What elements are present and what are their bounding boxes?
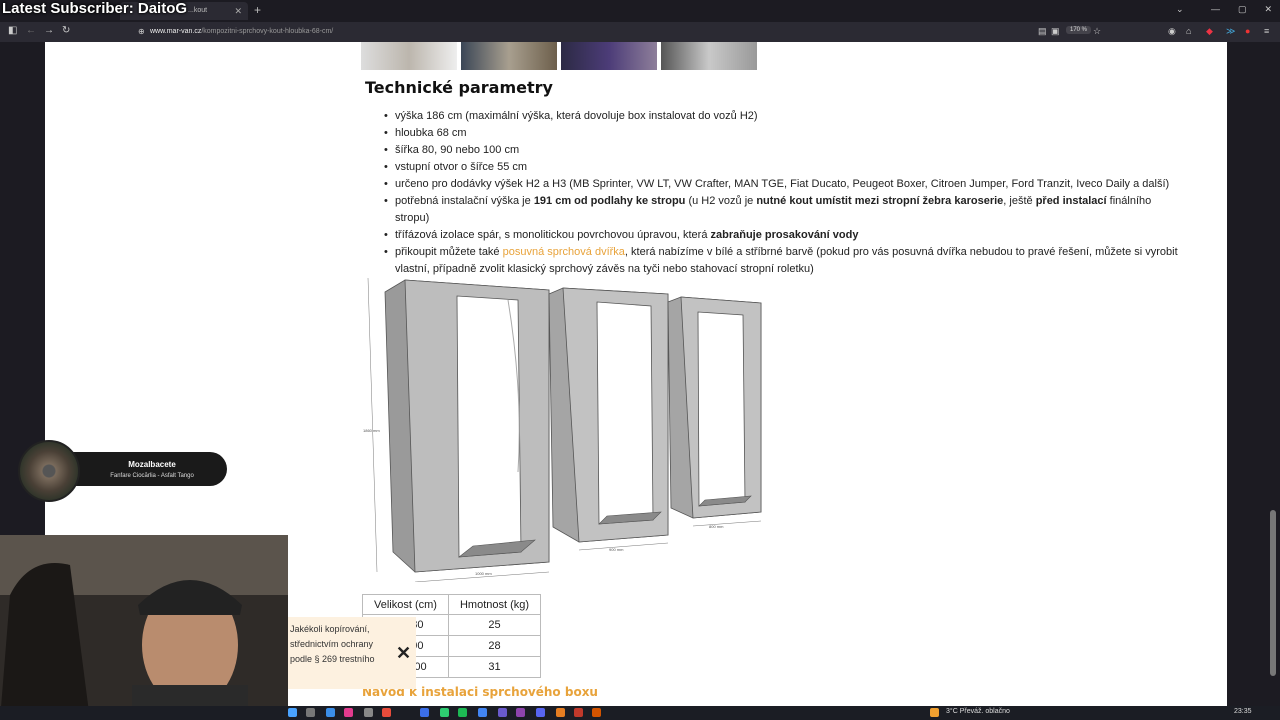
- taskbar-app-icon[interactable]: [592, 708, 601, 717]
- parameter-item: šířka 80, 90 nebo 100 cm: [384, 142, 1185, 159]
- taskbar-app-icon[interactable]: [536, 708, 545, 717]
- extensions-icon[interactable]: ⌂: [1186, 26, 1191, 36]
- section-title: Technické parametry: [365, 78, 553, 97]
- taskbar-app-icon[interactable]: [364, 708, 373, 717]
- gallery-thumbnails: [361, 42, 757, 70]
- gallery-thumbnail[interactable]: [461, 42, 557, 70]
- now-playing-artist: Fanfare Ciocărlia - Asfalt Tango: [110, 473, 194, 479]
- width-800-label: 800 mm: [709, 524, 724, 529]
- weather-icon: [930, 708, 939, 717]
- parameter-item: vstupní otvor o šířce 55 cm: [384, 159, 1185, 176]
- gallery-thumbnail[interactable]: [361, 42, 457, 70]
- param-text: výška 186 cm (maximální výška, která dov…: [395, 110, 758, 122]
- url-path: /kompozitni-sprchovy-kout-hloubka-68-cm/: [201, 28, 334, 35]
- parameter-item: hloubka 68 cm: [384, 125, 1185, 142]
- stream-overlay-title: Latest Subscriber: DaitoG: [2, 0, 188, 17]
- taskbar-app-icon[interactable]: [288, 708, 297, 717]
- bookmark-star-icon[interactable]: ☆: [1093, 26, 1101, 37]
- taskbar-app-icon[interactable]: [516, 708, 525, 717]
- maximize-icon[interactable]: ▢: [1238, 4, 1247, 15]
- minimize-icon[interactable]: —: [1211, 4, 1220, 15]
- table-header: Velikost (cm): [362, 594, 449, 615]
- weather-status[interactable]: 3°C Převáž. oblačno: [946, 708, 1010, 715]
- bold-text: nutné kout umístit mezi stropní žebra ka…: [756, 195, 1004, 207]
- reload-icon[interactable]: ↻: [62, 25, 70, 36]
- param-text: vstupní otvor o šířce 55 cm: [395, 161, 528, 173]
- parameter-item: výška 186 cm (maximální výška, která dov…: [384, 108, 1185, 125]
- param-text: přikoupit můžete také: [395, 246, 503, 258]
- notice-line: Jakékoli kopírování,: [290, 624, 370, 634]
- gallery-thumbnail[interactable]: [661, 42, 757, 70]
- taskbar-app-icon[interactable]: [420, 708, 429, 717]
- param-text: hloubka 68 cm: [395, 127, 467, 139]
- param-text: (u H2 vozů je: [685, 195, 757, 207]
- menu-icon[interactable]: ≡: [1264, 26, 1269, 36]
- tab-title: ...kout: [188, 7, 208, 14]
- param-text: šířka 80, 90 nebo 100 cm: [395, 144, 520, 156]
- param-text: třífázová izolace spár, s monolitickou p…: [395, 229, 711, 241]
- sidebar-icon[interactable]: ◧: [8, 25, 17, 36]
- taskbar-app-icon[interactable]: [458, 708, 467, 717]
- extension-record-icon[interactable]: ●: [1245, 26, 1250, 36]
- now-playing-widget: Mozalbacete Fanfare Ciocărlia - Asfalt T…: [16, 440, 228, 502]
- parameters-list: výška 186 cm (maximální výška, která dov…: [384, 108, 1185, 278]
- taskbar-app-icon[interactable]: [574, 708, 583, 717]
- param-text: potřebná instalační výška je: [395, 195, 534, 207]
- shower-box-diagram: 1860 mm 1000 mm 900 mm 800 mm: [363, 277, 762, 582]
- url-domain: www.mar-van.cz: [150, 28, 202, 35]
- notice-close-icon[interactable]: ✕: [396, 643, 411, 664]
- table-cell: 25: [447, 614, 542, 636]
- album-art-disc: [18, 440, 80, 502]
- tab-bar: ...kout ✕ + ⌄ — ▢ ✕: [0, 0, 1280, 22]
- parameter-item: určeno pro dodávky výšek H2 a H3 (MB Spr…: [384, 176, 1185, 193]
- page-scrollbar[interactable]: [1270, 510, 1276, 676]
- security-icon: ⊕: [138, 27, 145, 36]
- table-cell: 31: [447, 656, 542, 678]
- sliding-door-link[interactable]: posuvná sprchová dvířka: [503, 246, 625, 258]
- taskbar-app-icon[interactable]: [440, 708, 449, 717]
- param-text: , ještě: [1003, 195, 1036, 207]
- page-info-icon[interactable]: ▣: [1051, 26, 1060, 37]
- new-tab-icon[interactable]: +: [254, 3, 261, 17]
- parameter-item: potřebná instalační výška je 191 cm od p…: [384, 193, 1185, 227]
- taskbar-clock[interactable]: 23:35: [1234, 708, 1252, 715]
- taskbar-app-icon[interactable]: [382, 708, 391, 717]
- navigation-bar: ◧ ← → ↻ ⊕ www.mar-van.cz/kompozitni-sprc…: [0, 22, 1280, 42]
- param-text: určeno pro dodávky výšek H2 a H3 (MB Spr…: [395, 178, 1170, 190]
- gallery-thumbnail[interactable]: [561, 42, 657, 70]
- width-900-label: 900 mm: [609, 547, 624, 552]
- taskbar-app-icon[interactable]: [344, 708, 353, 717]
- bold-text: před instalací: [1035, 195, 1107, 207]
- taskbar-app-icon[interactable]: [498, 708, 507, 717]
- webcam-feed: [0, 535, 288, 720]
- extension-blue-icon[interactable]: ≫: [1226, 26, 1235, 37]
- bold-text: 191 cm od podlahy ke stropu: [533, 195, 686, 207]
- account-icon[interactable]: ◉: [1168, 26, 1176, 37]
- taskbar-app-icon[interactable]: [556, 708, 565, 717]
- width-1000-label: 1000 mm: [475, 571, 492, 576]
- back-icon[interactable]: ←: [26, 25, 36, 36]
- table-header: Hmotnost (kg): [447, 594, 542, 615]
- now-playing-title: Mozalbacete: [128, 460, 176, 469]
- tab-close-icon[interactable]: ✕: [234, 2, 242, 20]
- taskbar-app-icon[interactable]: [478, 708, 487, 717]
- reader-view-icon[interactable]: ▤: [1038, 26, 1047, 37]
- forward-icon[interactable]: →: [44, 25, 54, 36]
- url-bar[interactable]: ⊕ www.mar-van.cz/kompozitni-sprchovy-kou…: [134, 25, 1106, 39]
- parameter-item: třífázová izolace spár, s monolitickou p…: [384, 227, 1185, 244]
- zoom-indicator[interactable]: 170 %: [1066, 26, 1092, 34]
- extension-red-icon[interactable]: ◆: [1206, 26, 1213, 37]
- table-cell: 28: [447, 635, 542, 657]
- list-tabs-icon[interactable]: ⌄: [1176, 4, 1184, 15]
- taskbar: 3°C Převáž. oblačno 23:35: [0, 706, 1280, 720]
- bold-text: zabraňuje prosakování vody: [710, 229, 859, 241]
- height-dimension-label: 1860 mm: [363, 428, 380, 433]
- taskbar-app-icon[interactable]: [326, 708, 335, 717]
- close-window-icon[interactable]: ✕: [1264, 4, 1272, 15]
- taskbar-app-icon[interactable]: [306, 708, 315, 717]
